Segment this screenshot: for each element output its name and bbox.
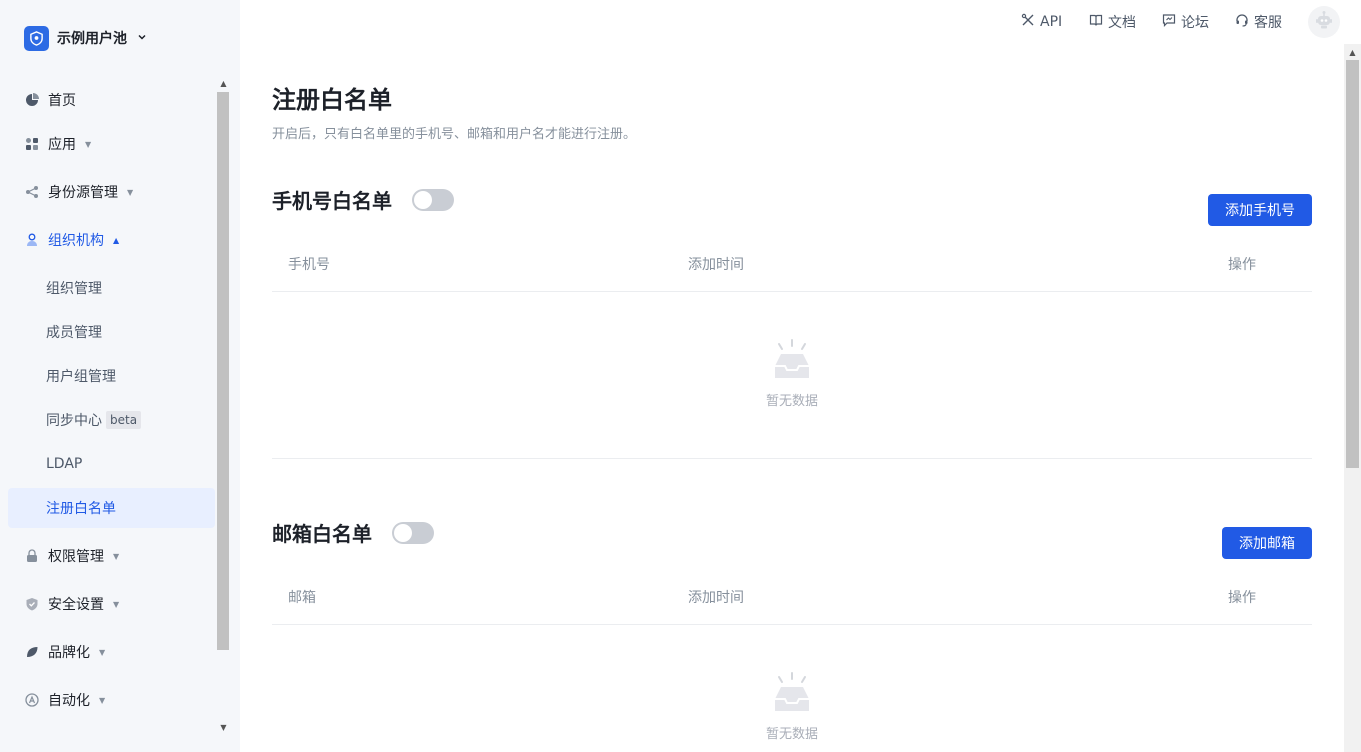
robot-avatar-icon [1313,9,1335,35]
api-link[interactable]: API [1021,12,1062,32]
empty-text: 暂无数据 [765,727,818,742]
column-header-phone: 手机号 [288,257,330,273]
sidebar-item-apps[interactable]: 应用 ▼ [8,124,215,164]
chat-bubble-icon [1162,13,1176,31]
column-header-added-time: 添加时间 [688,590,744,606]
sidebar-scrollbar[interactable]: ▲ ▼ [216,76,231,736]
column-header-actions: 操作 [1228,590,1256,606]
sidebar-item-organization[interactable]: 组织机构 ▲ [8,220,215,260]
share-icon [25,185,39,199]
sidebar-subitem-label: 用户组管理 [46,369,116,385]
toggle-knob [414,191,432,209]
empty-inbox-icon [769,671,815,719]
docs-link-label: 文档 [1108,15,1136,31]
caret-down-icon: ▼ [99,647,106,657]
page-description: 开启后，只有白名单里的手机号、邮箱和用户名才能进行注册。 [272,127,637,142]
sidebar-subitem-registration-whitelist[interactable]: 注册白名单 [8,488,215,528]
sidebar-subitem-user-group-management[interactable]: 用户组管理 [8,356,215,396]
leaf-icon [25,645,39,659]
org-user-icon [25,233,39,247]
sidebar-item-label: 品牌化 [48,645,90,661]
sidebar: 示例用户池 首页 应用 ▼ 身份源管理 ▼ 组织机构 ▲ 组织管理 成员管理 用… [0,0,240,752]
user-pool-name: 示例用户池 [57,31,127,47]
sidebar-subitem-sync-center[interactable]: 同步中心 beta [8,400,215,440]
sidebar-subitem-org-management[interactable]: 组织管理 [8,268,215,308]
page-scrollbar[interactable]: ▲ [1344,44,1361,752]
sidebar-item-automation[interactable]: 自动化 ▼ [8,680,215,720]
user-pool-switcher[interactable]: 示例用户池 [24,25,147,51]
empty-text: 暂无数据 [765,394,818,409]
phone-whitelist-title: 手机号白名单 [272,189,392,213]
support-link-label: 客服 [1254,15,1282,31]
sidebar-item-label: 自动化 [48,693,90,709]
caret-down-icon: ▼ [113,599,120,609]
toggle-knob [394,524,412,542]
sidebar-item-label: 权限管理 [48,549,104,565]
column-header-actions: 操作 [1228,257,1256,273]
sidebar-subitem-label: 同步中心 [46,413,102,429]
phone-whitelist-toggle[interactable] [412,189,454,211]
sidebar-subitem-ldap[interactable]: LDAP [8,444,215,484]
empty-inbox-icon [769,338,815,386]
sidebar-item-label: 首页 [48,93,76,109]
email-whitelist-title: 邮箱白名单 [272,522,372,546]
column-header-added-time: 添加时间 [688,257,744,273]
add-email-button[interactable]: 添加邮箱 [1222,527,1312,559]
caret-down-icon: ▼ [127,187,134,197]
tools-icon [1021,13,1035,31]
sidebar-item-label: 身份源管理 [48,185,118,201]
support-link[interactable]: 客服 [1235,12,1282,32]
email-table-header: 邮箱 添加时间 操作 [272,567,1312,625]
caret-down-icon: ▼ [113,551,120,561]
forum-link[interactable]: 论坛 [1162,12,1209,32]
email-table-empty: 暂无数据 [272,671,1312,751]
sidebar-subitem-member-management[interactable]: 成员管理 [8,312,215,352]
chevron-down-icon [137,32,147,45]
sidebar-item-permission[interactable]: 权限管理 ▼ [8,536,215,576]
caret-down-icon: ▼ [85,139,92,149]
sidebar-item-identity-source[interactable]: 身份源管理 ▼ [8,172,215,212]
automation-a-icon [25,693,39,707]
add-phone-button[interactable]: 添加手机号 [1208,194,1312,226]
column-header-email: 邮箱 [288,590,316,606]
scroll-up-arrow-icon[interactable]: ▲ [1344,44,1361,60]
forum-link-label: 论坛 [1181,15,1209,31]
caret-up-icon: ▲ [113,235,120,245]
sidebar-item-branding[interactable]: 品牌化 ▼ [8,632,215,672]
section-divider [272,458,1312,459]
book-icon [1089,13,1103,31]
user-avatar[interactable] [1308,6,1340,38]
sidebar-subitem-label: 注册白名单 [46,501,116,517]
sidebar-subitem-label: 成员管理 [46,325,102,341]
sidebar-item-label: 组织机构 [48,233,104,249]
beta-badge: beta [106,411,142,429]
page-title: 注册白名单 [272,86,392,114]
phone-table-empty: 暂无数据 [272,338,1312,418]
sidebar-item-security[interactable]: 安全设置 ▼ [8,584,215,624]
phone-table-header: 手机号 添加时间 操作 [272,234,1312,292]
scroll-up-arrow-icon[interactable]: ▲ [216,76,231,90]
scroll-thumb[interactable] [1346,60,1359,468]
headset-icon [1235,13,1249,31]
shield-check-icon [25,597,39,611]
sidebar-subitem-label: LDAP [46,456,83,472]
sidebar-item-home[interactable]: 首页 [8,80,215,120]
scroll-down-arrow-icon[interactable]: ▼ [216,720,231,734]
caret-down-icon: ▼ [99,695,106,705]
shield-logo-icon [24,25,49,51]
sidebar-menu: 首页 应用 ▼ 身份源管理 ▼ 组织机构 ▲ 组织管理 成员管理 用户组管理 同… [8,76,215,740]
docs-link[interactable]: 文档 [1089,12,1136,32]
sidebar-item-label: 安全设置 [48,597,104,613]
pie-chart-icon [25,93,39,107]
sidebar-item-label: 应用 [48,137,76,153]
api-link-label: API [1040,14,1063,30]
sidebar-subitem-label: 组织管理 [46,281,102,297]
email-whitelist-toggle[interactable] [392,522,434,544]
scroll-thumb[interactable] [217,92,229,650]
apps-grid-icon [25,137,39,151]
lock-icon [25,549,39,563]
